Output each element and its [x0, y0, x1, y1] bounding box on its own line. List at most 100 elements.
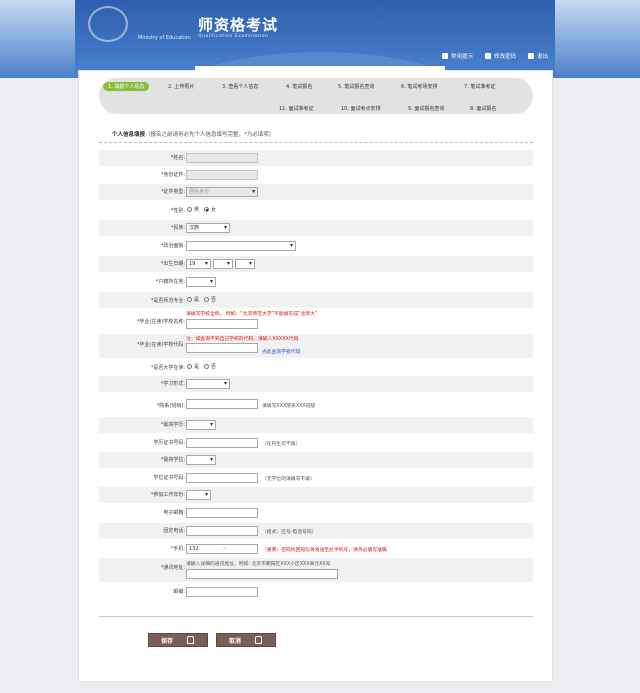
- site-title: 师资格考试: [198, 16, 279, 34]
- gender-male-radio[interactable]: 男: [187, 206, 199, 213]
- hand-pointer-icon: [255, 636, 263, 644]
- row-name: *姓名:: [99, 150, 533, 166]
- name-field[interactable]: [186, 153, 258, 163]
- row-academic: *最高学位:: [99, 452, 533, 468]
- normal-no-radio[interactable]: 否: [204, 296, 216, 303]
- header-link-password[interactable]: 修改密码: [484, 52, 516, 60]
- mobile-note: （重要）密码找回短信将发送至此手机号，请务必填写准确: [262, 548, 387, 553]
- schoolcode-link[interactable]: 点此查询学校代码: [262, 348, 300, 355]
- step-3[interactable]: 3. 查看个人信息: [222, 83, 258, 90]
- address-label: *通讯地址:: [160, 565, 185, 571]
- phone-label: 固定电话:: [163, 528, 185, 534]
- step-6[interactable]: 6. 笔试考场安排: [401, 83, 437, 90]
- step-8[interactable]: 8. 面试报名: [470, 105, 496, 112]
- step-2[interactable]: 2. 上传照片: [168, 83, 194, 90]
- key-icon: [484, 53, 491, 59]
- logo-icon: [88, 6, 128, 42]
- row-degree: *最高学历:: [99, 417, 533, 433]
- section-title: 个人信息填报（报名之前请务必先个人信息填写完整，*为必填项）: [112, 132, 275, 138]
- school-note: 请填写学校全称。 例如：“北京师范大学”不能填写成“北师大”: [186, 312, 318, 317]
- cancel-button[interactable]: 取消: [216, 633, 276, 647]
- political-select[interactable]: [186, 241, 296, 251]
- mobile-field[interactable]: 132 ✓: [186, 544, 258, 554]
- logout-icon: [527, 53, 534, 59]
- phone-field[interactable]: [186, 526, 258, 536]
- row-hukou: *户籍所在地:: [99, 274, 533, 290]
- row-normal: *是否师范专业: 是 否: [99, 292, 533, 308]
- header-links: 常用提示 修改密码 退出: [441, 52, 548, 60]
- studyform-label: *学习形式:: [160, 381, 185, 387]
- address-field[interactable]: [186, 569, 338, 579]
- ethnic-label: *民族:: [170, 225, 185, 231]
- academic-label: *最高学位:: [160, 457, 185, 463]
- phone-note: （格式：区号-电话号码）: [262, 530, 317, 535]
- row-schoolcode: *毕业(在读)学校代码: 注：如查询不到自己学校的代码，请输入XXXXX代码 点…: [99, 334, 533, 358]
- birth-day-select[interactable]: [235, 259, 255, 269]
- schoolcode-field[interactable]: [186, 343, 258, 353]
- step-10[interactable]: 10. 面试考点安排: [341, 105, 381, 112]
- degree-select[interactable]: [186, 420, 216, 430]
- schoolcode-note: 注：如查询不到自己学校的代码，请输入XXXXX代码: [186, 337, 299, 342]
- row-gender: *性别: 男 女: [99, 202, 533, 218]
- degree-label: *最高学历:: [160, 422, 185, 428]
- academic-select[interactable]: [186, 455, 216, 465]
- workyear-select[interactable]: [186, 490, 211, 500]
- degree-cert-label: 学历证书号码:: [153, 440, 185, 446]
- row-birth: *出生日期: 19: [99, 256, 533, 272]
- academic-cert-field[interactable]: [186, 473, 258, 483]
- tab-top-notch: [195, 66, 445, 72]
- row-zip: 邮编:: [99, 584, 533, 600]
- row-address: *通讯地址: 请输入详细的通讯地址，例如: 北京市朝阳区XXX小区XXX单元XX…: [99, 558, 533, 582]
- zip-field[interactable]: [186, 587, 258, 597]
- political-label: *政治面貌:: [160, 243, 185, 249]
- step-9[interactable]: 9. 面试报名查询: [408, 105, 444, 112]
- row-school: *毕业(在读)学校名称: 请填写学校全称。 例如：“北京师范大学”不能填写成“北…: [99, 309, 533, 333]
- step-1[interactable]: 1. 填报个人信息: [103, 82, 150, 91]
- hand-pointer-icon: [187, 636, 195, 644]
- header-link-tips[interactable]: 常用提示: [441, 52, 473, 60]
- degree-cert-field[interactable]: [186, 438, 258, 448]
- student-yes-radio[interactable]: 是: [187, 363, 199, 370]
- step-5[interactable]: 5. 笔试报名查询: [338, 83, 374, 90]
- idtype-label: *证件类型:: [160, 189, 185, 195]
- birth-year-select[interactable]: 19: [186, 259, 211, 269]
- idno-label: *身份证件:: [160, 172, 185, 178]
- header-link-logout[interactable]: 退出: [527, 52, 548, 60]
- degree-cert-note: （在校生可不填）: [262, 442, 301, 447]
- step-11[interactable]: 11. 面试准考证: [279, 105, 314, 112]
- row-academic-cert: 学位证书号码: （无学位的请填写不填）: [99, 470, 533, 486]
- gender-label: *性别:: [170, 208, 185, 214]
- studyform-select[interactable]: [186, 379, 230, 389]
- email-field[interactable]: [186, 508, 258, 518]
- logo-subtitle: Ministry of Education: [138, 35, 191, 41]
- academic-cert-note: （无学位的请填写不填）: [262, 477, 315, 482]
- student-no-radio[interactable]: 否: [204, 363, 216, 370]
- idtype-select[interactable]: 居民身份: [186, 187, 258, 197]
- row-department: *院系(班级): 请填写XXX院系XXX班级: [99, 396, 533, 414]
- name-label: *姓名:: [170, 155, 185, 161]
- step-4[interactable]: 4. 笔试报名: [286, 83, 312, 90]
- ethnic-select[interactable]: 汉族: [186, 223, 230, 233]
- row-workyear: *参加工作年份:: [99, 487, 533, 503]
- idno-field[interactable]: [186, 170, 258, 180]
- row-idno: *身份证件:: [99, 167, 533, 183]
- department-field[interactable]: [186, 399, 258, 409]
- birth-month-select[interactable]: [213, 259, 233, 269]
- mobile-label: *手机:: [170, 546, 185, 552]
- school-label: *毕业(在读)学校名称:: [136, 319, 185, 325]
- normal-yes-radio[interactable]: 是: [187, 296, 199, 303]
- step-7[interactable]: 7. 笔试准考证: [464, 83, 495, 90]
- schoolcode-label: *毕业(在读)学校代码:: [136, 342, 185, 348]
- row-degree-cert: 学历证书号码: （在校生可不填）: [99, 435, 533, 451]
- department-label: *院系(班级):: [156, 403, 185, 409]
- address-note: 请输入详细的通讯地址，例如: 北京市朝阳区XXX小区XXX单元XX号: [186, 562, 331, 567]
- hukou-select[interactable]: [186, 277, 216, 287]
- form-divider: [99, 616, 533, 617]
- department-note: 请填写XXX院系XXX班级: [262, 404, 316, 409]
- gender-female-radio[interactable]: 女: [204, 206, 216, 213]
- workyear-label: *参加工作年份:: [150, 492, 185, 498]
- zip-label: 邮编:: [173, 589, 185, 595]
- section-divider: [99, 142, 533, 143]
- save-button[interactable]: 保存: [148, 633, 208, 647]
- school-field[interactable]: [186, 319, 258, 329]
